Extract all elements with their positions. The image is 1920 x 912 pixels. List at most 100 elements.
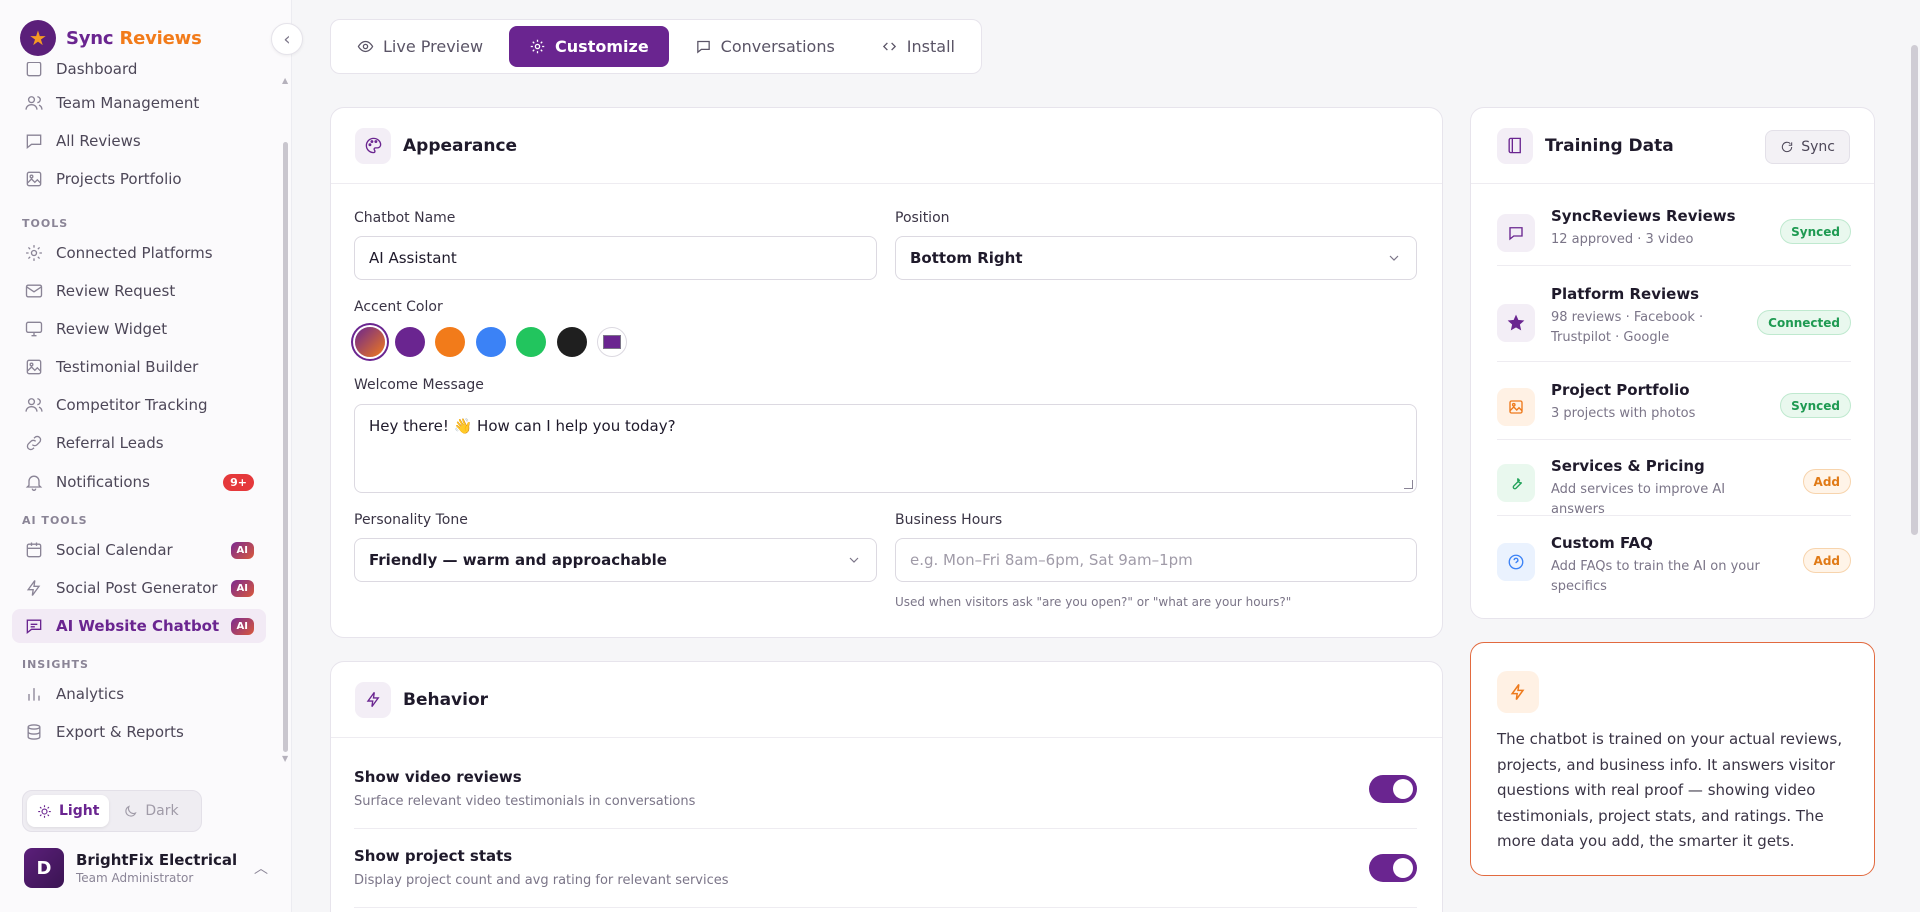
scroll-up-icon[interactable]: ▲ <box>282 76 288 85</box>
chevron-left-icon: ‹ <box>283 28 291 50</box>
accent-swatch-blue[interactable] <box>476 327 506 357</box>
accent-swatch-purple[interactable] <box>395 327 425 357</box>
sidebar-item-review-request[interactable]: Review Request <box>12 274 266 308</box>
tab-install[interactable]: Install <box>861 26 975 67</box>
image-icon <box>1497 388 1535 426</box>
divider <box>1497 265 1851 266</box>
custom-color-chip <box>603 335 621 349</box>
scroll-down-icon[interactable]: ▼ <box>282 754 288 763</box>
sidebar-item-competitor-tracking[interactable]: Competitor Tracking <box>12 388 266 422</box>
refresh-icon <box>1782 141 1793 153</box>
wrench-icon <box>1497 464 1535 502</box>
sidebar-item-review-widget[interactable]: Review Widget <box>12 312 266 346</box>
sidebar: ★ Sync Reviews Dashboard Team Management… <box>0 0 292 912</box>
show-video-reviews-toggle[interactable] <box>1369 775 1417 803</box>
tab-conversations[interactable]: Conversations <box>675 26 855 67</box>
welcome-message-textarea[interactable]: Hey there! 👋 How can I help you today? <box>354 404 1417 493</box>
training-item-sub: 98 reviews · Facebook · Trustpilot · Goo… <box>1551 310 1704 345</box>
sidebar-item-label: Dashboard <box>56 62 138 78</box>
sidebar-item-dashboard[interactable]: Dashboard <box>12 62 266 86</box>
show-project-stats-toggle[interactable] <box>1369 854 1417 882</box>
chatbot-info-card: The chatbot is trained on your actual re… <box>1470 642 1875 876</box>
sync-button[interactable]: Sync <box>1765 130 1850 164</box>
chatbot-info-text: The chatbot is trained on your actual re… <box>1497 730 1843 850</box>
tab-label: Install <box>906 37 955 56</box>
add-faq-button[interactable]: Add <box>1802 548 1851 573</box>
sidebar-item-analytics[interactable]: Analytics <box>12 677 266 711</box>
tab-customize[interactable]: Customize <box>509 26 669 67</box>
show-video-reviews-desc: Surface relevant video testimonials in c… <box>354 794 696 809</box>
business-hours-hint: Used when visitors ask "are you open?" o… <box>895 595 1292 609</box>
training-item-custom-faq[interactable]: Custom FAQ Add FAQs to train the AI on y… <box>1497 534 1851 604</box>
accent-swatch-green[interactable] <box>516 327 546 357</box>
user-role: Team Administrator <box>76 871 194 885</box>
sidebar-item-label: Notifications <box>56 473 150 491</box>
sidebar-item-label: Analytics <box>56 685 125 703</box>
theme-light-button[interactable]: Light <box>27 795 110 827</box>
status-badge: Synced <box>1780 219 1851 244</box>
training-item-sub: 12 approved · 3 video <box>1551 232 1694 247</box>
position-value: Bottom Right <box>910 249 1023 267</box>
sidebar-item-projects-portfolio[interactable]: Projects Portfolio <box>12 162 266 196</box>
theme-light-label: Light <box>59 803 100 819</box>
dashboard-icon <box>26 62 42 77</box>
sidebar-item-connected-platforms[interactable]: Connected Platforms <box>12 236 266 270</box>
chevron-up-icon[interactable]: ︿ <box>254 858 268 878</box>
user-menu[interactable]: D BrightFix Electrical Team Administrato… <box>24 848 272 888</box>
position-label: Position <box>895 210 950 226</box>
page-scrollbar[interactable] <box>1911 45 1918 535</box>
training-item-syncreviews[interactable]: SyncReviews Reviews 12 approved · 3 vide… <box>1497 207 1851 277</box>
sidebar-scroll-thumb[interactable] <box>283 142 288 752</box>
personality-tone-select[interactable]: Friendly — warm and approachable <box>354 538 877 582</box>
gear-icon <box>26 245 42 261</box>
training-item-platform-reviews[interactable]: Platform Reviews 98 reviews · Facebook ·… <box>1497 285 1851 355</box>
users-icon <box>25 398 43 412</box>
brand[interactable]: ★ Sync Reviews <box>20 20 202 56</box>
help-circle-icon <box>1497 543 1535 581</box>
sidebar-item-export-reports[interactable]: Export & Reports <box>12 715 266 749</box>
add-services-button[interactable]: Add <box>1802 469 1851 494</box>
collapse-sidebar-button[interactable]: ‹ <box>271 23 303 55</box>
accent-swatch-orange[interactable] <box>435 327 465 357</box>
sidebar-item-label: Export & Reports <box>56 723 184 741</box>
training-data-card: Training Data Sync SyncReviews Reviews 1… <box>1470 107 1875 619</box>
palette-icon <box>355 127 391 164</box>
training-item-sub: 3 projects with photos <box>1551 406 1696 421</box>
training-item-services-pricing[interactable]: Services & Pricing Add services to impro… <box>1497 457 1851 517</box>
sidebar-item-social-calendar[interactable]: Social Calendar AI <box>12 533 266 567</box>
sidebar-item-label: Review Widget <box>56 320 168 338</box>
personality-tone-label: Personality Tone <box>354 512 468 528</box>
sidebar-item-testimonial-builder[interactable]: Testimonial Builder <box>12 350 266 384</box>
sidebar-item-all-reviews[interactable]: All Reviews <box>12 124 266 158</box>
image-icon <box>26 171 42 187</box>
resize-handle-icon[interactable] <box>1404 480 1413 489</box>
gear-icon <box>530 39 545 54</box>
behavior-header: Behavior <box>331 662 1442 738</box>
sidebar-item-team-management[interactable]: Team Management <box>12 86 266 120</box>
chatbot-name-input[interactable]: AI Assistant <box>354 236 877 280</box>
accent-swatch-gradient[interactable] <box>355 327 385 357</box>
sidebar-item-notifications[interactable]: Notifications 9+ <box>12 465 266 499</box>
divider <box>354 828 1417 829</box>
eye-icon <box>357 40 374 53</box>
position-select[interactable]: Bottom Right <box>895 236 1417 280</box>
brand-name: Sync Reviews <box>66 27 202 49</box>
tab-live-preview[interactable]: Live Preview <box>337 26 503 67</box>
business-hours-input[interactable]: e.g. Mon–Fri 8am–6pm, Sat 9am–1pm <box>895 538 1417 582</box>
theme-dark-button[interactable]: Dark <box>113 795 188 827</box>
sidebar-item-ai-website-chatbot[interactable]: AI Website Chatbot AI <box>12 609 266 643</box>
custom-color-picker[interactable] <box>597 327 627 357</box>
sidebar-item-label: Projects Portfolio <box>56 170 182 188</box>
sidebar-item-referral-leads[interactable]: Referral Leads <box>12 426 266 460</box>
accent-swatch-black[interactable] <box>557 327 587 357</box>
sidebar-item-label: Social Calendar <box>56 541 173 559</box>
training-item-project-portfolio[interactable]: Project Portfolio 3 projects with photos… <box>1497 381 1851 441</box>
sidebar-item-social-post-generator[interactable]: Social Post Generator AI <box>12 571 266 605</box>
accent-color-label: Accent Color <box>354 299 443 315</box>
business-hours-label: Business Hours <box>895 512 1003 528</box>
sidebar-scrollbar[interactable]: ▲ ▼ <box>282 72 288 763</box>
users-icon <box>25 96 43 110</box>
toggle-knob <box>1393 858 1413 878</box>
user-name: BrightFix Electrical <box>76 851 238 869</box>
welcome-message-value: Hey there! 👋 How can I help you today? <box>369 417 676 435</box>
